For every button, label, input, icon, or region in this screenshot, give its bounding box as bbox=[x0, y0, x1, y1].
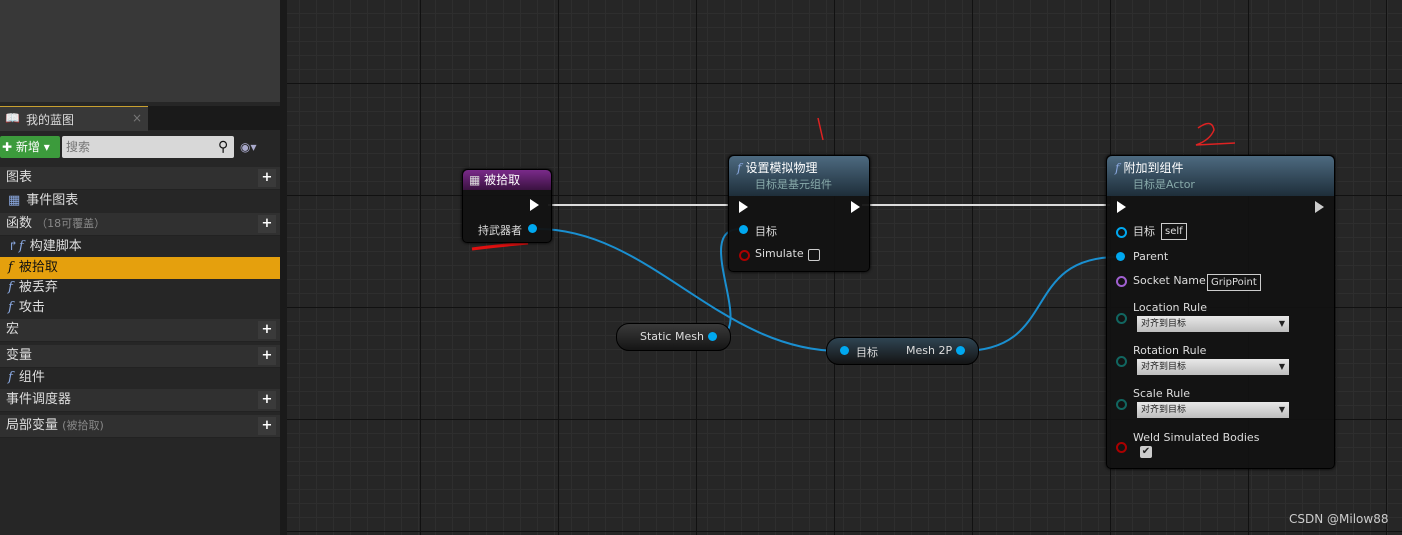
socket-label: Socket Name bbox=[1133, 274, 1206, 287]
exec-out-pin[interactable] bbox=[851, 201, 860, 213]
target-pin[interactable] bbox=[840, 346, 849, 355]
scale-rule-pin[interactable] bbox=[1116, 399, 1127, 410]
function-icon: f bbox=[1115, 161, 1120, 175]
socket-pin[interactable] bbox=[1116, 276, 1127, 287]
exec-in-pin[interactable] bbox=[739, 201, 748, 213]
weld-checkbox[interactable]: ✔ bbox=[1140, 446, 1152, 458]
location-rule-label: Location Rule bbox=[1133, 301, 1207, 314]
target-label: 目标 bbox=[755, 225, 777, 238]
simulate-pin[interactable] bbox=[739, 250, 750, 261]
parent-pin[interactable] bbox=[1116, 252, 1125, 261]
target-label: 目标 bbox=[1133, 225, 1155, 238]
node-title: 设置模拟物理 bbox=[745, 161, 818, 175]
rotation-rule-label: Rotation Rule bbox=[1133, 344, 1207, 357]
static-mesh-getter[interactable]: Static Mesh bbox=[616, 323, 731, 351]
mesh2p-label: Mesh 2P bbox=[906, 344, 953, 357]
rotation-rule-pin[interactable] bbox=[1116, 356, 1127, 367]
node-subtitle: 目标是Actor bbox=[1133, 178, 1195, 191]
target-pin[interactable] bbox=[1116, 227, 1127, 238]
mesh2p-pin[interactable] bbox=[956, 346, 965, 355]
weld-pin[interactable] bbox=[1116, 442, 1127, 453]
weld-label: Weld Simulated Bodies bbox=[1133, 431, 1260, 444]
holder-pin[interactable] bbox=[528, 224, 537, 233]
static-mesh-label: Static Mesh bbox=[640, 330, 704, 343]
scale-rule-select[interactable]: 对齐到目标 bbox=[1137, 402, 1289, 418]
node-title: 附加到组件 bbox=[1123, 161, 1184, 175]
socket-value[interactable]: GripPoint bbox=[1207, 274, 1261, 291]
set-simulate-physics-node[interactable]: f 设置模拟物理目标是基元组件 目标 Simulate bbox=[728, 155, 870, 272]
target-value[interactable]: self bbox=[1161, 223, 1187, 240]
mesh2p-getter[interactable]: 目标 Mesh 2P bbox=[826, 337, 979, 365]
simulate-checkbox[interactable] bbox=[808, 249, 820, 261]
target-label: 目标 bbox=[856, 346, 878, 359]
static-mesh-pin[interactable] bbox=[708, 332, 717, 341]
holder-pin-label: 持武器者 bbox=[478, 224, 522, 237]
annotation-1-mark bbox=[817, 117, 824, 141]
simulate-label: Simulate bbox=[755, 247, 804, 260]
function-icon: f bbox=[737, 161, 742, 175]
node-header: f 设置模拟物理目标是基元组件 bbox=[729, 156, 869, 196]
node-header: f 附加到组件目标是Actor bbox=[1107, 156, 1334, 196]
node-subtitle: 目标是基元组件 bbox=[755, 178, 832, 191]
event-title: 被拾取 bbox=[484, 173, 521, 187]
watermark: CSDN @Milow88 bbox=[1289, 512, 1389, 526]
parent-label: Parent bbox=[1133, 250, 1169, 263]
event-node-picked-up[interactable]: ▦ 被拾取 持武器者 bbox=[462, 169, 552, 243]
event-icon: ▦ bbox=[469, 173, 481, 187]
target-pin[interactable] bbox=[739, 225, 748, 234]
exec-out-pin[interactable] bbox=[1315, 201, 1324, 213]
location-rule-select[interactable]: 对齐到目标 bbox=[1137, 316, 1289, 332]
rotation-rule-select[interactable]: 对齐到目标 bbox=[1137, 359, 1289, 375]
red-underline bbox=[471, 241, 529, 251]
attach-to-component-node[interactable]: f 附加到组件目标是Actor 目标 self Parent Socket Nam… bbox=[1106, 155, 1335, 469]
annotation-2-mark bbox=[1195, 122, 1236, 146]
exec-out-pin[interactable] bbox=[530, 199, 539, 211]
wire-mesh2p-to-parent bbox=[961, 256, 1119, 352]
location-rule-pin[interactable] bbox=[1116, 313, 1127, 324]
exec-in-pin[interactable] bbox=[1117, 201, 1126, 213]
event-node-header: ▦ 被拾取 bbox=[463, 170, 551, 190]
scale-rule-label: Scale Rule bbox=[1133, 387, 1191, 400]
